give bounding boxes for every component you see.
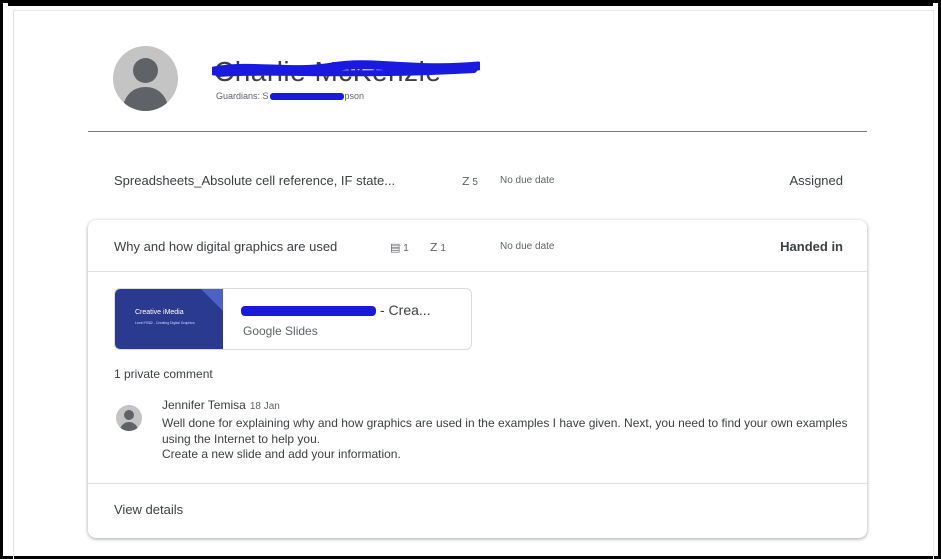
attachment-type: Google Slides [243,324,318,338]
comment-count: ▤ 1 [390,242,409,254]
commenter-avatar [116,405,142,431]
view-details-link[interactable]: View details [114,502,183,517]
attachment-count: 𝖹 1 [430,242,446,254]
slides-thumbnail: Creative iMedia Level R082 - Creating Di… [115,289,223,349]
student-avatar [113,46,178,111]
status-label: Handed in [780,239,843,254]
comment-text: Well done for explaining why and how gra… [162,416,848,461]
due-date: No due date [500,241,555,252]
guardians-label: Guardians: Spson [216,91,365,101]
comment-icon: ▤ [390,242,401,254]
attachment-card[interactable]: Creative iMedia Level R082 - Creating Di… [114,288,472,350]
attachment-count: 𝖹 5 [462,176,478,188]
name-redaction [212,60,480,77]
card-divider [88,483,867,484]
assignment-title[interactable]: Spreadsheets_Absolute cell reference, IF… [114,173,395,188]
header-divider [88,131,867,132]
name-redaction [241,306,376,317]
private-comment-label: 1 private comment [114,367,213,381]
assignment-card-header[interactable]: Why and how digital graphics are used ▤ … [88,220,867,272]
status-label: Assigned [789,173,843,188]
comment-author: Jennifer Temisa 18 Jan [162,398,280,412]
attachment-title[interactable]: - Crea... [241,302,431,318]
paperclip-icon: 𝖹 [430,242,438,254]
paperclip-icon: 𝖹 [462,176,470,188]
assignment-row[interactable]: Spreadsheets_Absolute cell reference, IF… [88,162,867,200]
guardian-redaction [269,93,344,101]
comment-date: 18 Jan [249,401,280,412]
assignment-title[interactable]: Why and how digital graphics are used [114,239,337,254]
assignment-card: Why and how digital graphics are used ▤ … [88,220,867,538]
due-date: No due date [500,175,555,186]
